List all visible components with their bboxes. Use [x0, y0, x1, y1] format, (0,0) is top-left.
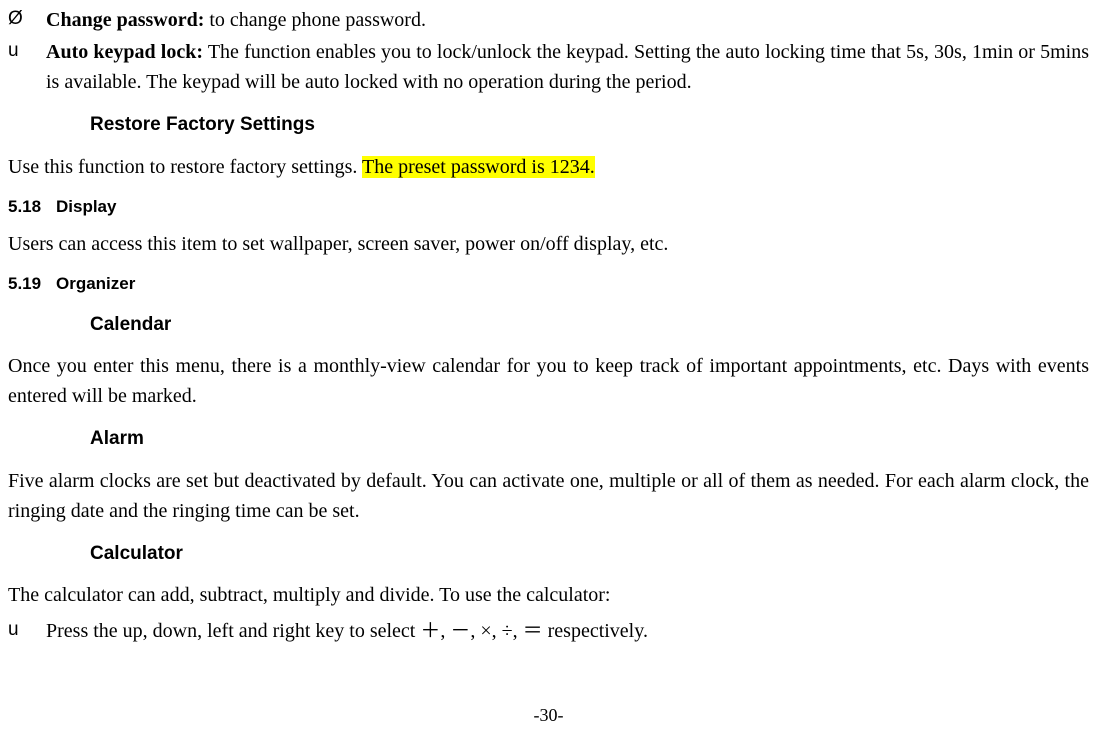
heading-organizer: 5.19Organizer [8, 271, 1089, 297]
page-number: -30- [0, 702, 1097, 729]
para-restore: Use this function to restore factory set… [8, 152, 1089, 182]
section-number: 5.18 [8, 194, 56, 220]
bullet-text: to change phone password. [204, 9, 426, 31]
bullet-calc-press: u Press the up, down, left and right key… [8, 616, 1089, 646]
heading-calendar: Calendar [90, 311, 1089, 340]
bullet-text: The function enables you to lock/unlock … [46, 41, 1089, 93]
bullet-content: Press the up, down, left and right key t… [46, 616, 1089, 646]
bullet-content: Change password: to change phone passwor… [46, 5, 1089, 35]
section-title: Organizer [56, 274, 135, 293]
para-alarm: Five alarm clocks are set but deactivate… [8, 466, 1089, 526]
para-calculator: The calculator can add, subtract, multip… [8, 580, 1089, 610]
heading-display: 5.18Display [8, 194, 1089, 220]
bullet-title: Auto keypad lock: [46, 41, 203, 63]
bullet-content: Auto keypad lock: The function enables y… [46, 37, 1089, 97]
restore-intro: Use this function to restore factory set… [8, 156, 362, 178]
heading-alarm: Alarm [90, 425, 1089, 454]
bullet-marker: u [8, 37, 46, 97]
bullet-change-password: Ø Change password: to change phone passw… [8, 5, 1089, 35]
restore-highlight: The preset password is 1234. [362, 156, 595, 178]
bullet-auto-keypad: u Auto keypad lock: The function enables… [8, 37, 1089, 97]
section-title: Display [56, 197, 116, 216]
section-number: 5.19 [8, 271, 56, 297]
bullet-title: Change password: [46, 9, 204, 31]
heading-calculator: Calculator [90, 540, 1089, 569]
para-calendar: Once you enter this menu, there is a mon… [8, 351, 1089, 411]
para-display: Users can access this item to set wallpa… [8, 229, 1089, 259]
bullet-marker: u [8, 616, 46, 646]
bullet-marker: Ø [8, 5, 46, 35]
heading-restore: Restore Factory Settings [90, 111, 1089, 140]
